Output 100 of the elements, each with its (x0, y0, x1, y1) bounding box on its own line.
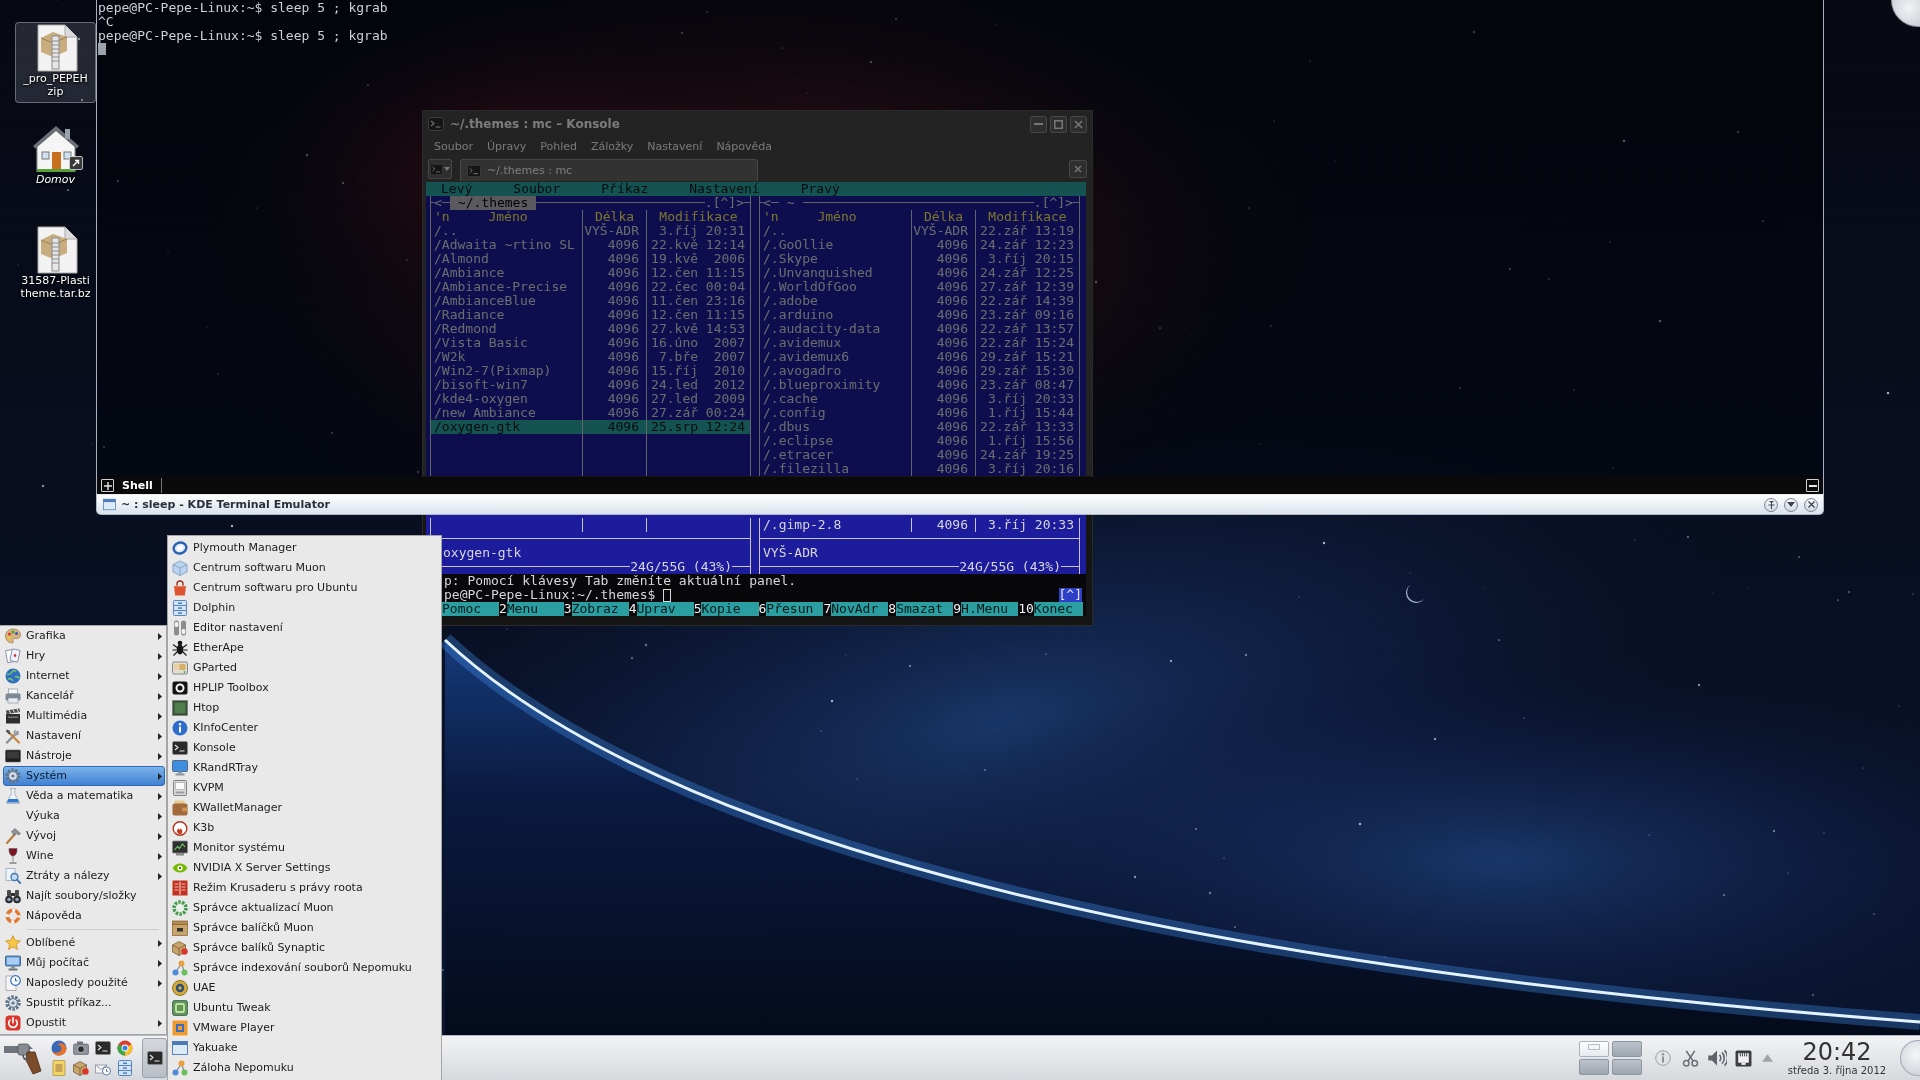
menu-item[interactable]: Hry (3, 646, 165, 666)
file-row[interactable]: /W2k 4096 7.bře 2007 (431, 350, 750, 364)
file-row[interactable]: /.config 4096 1.říj 15:44 (760, 406, 1079, 420)
sort-indicator[interactable]: 'n (434, 210, 489, 224)
file-row[interactable]: /.GoOllie 4096 24.zář 12:23 (760, 238, 1079, 252)
menu-item[interactable]: Systém (3, 766, 165, 786)
menu-item[interactable]: Grafika (3, 626, 165, 646)
terminal-icon[interactable] (95, 1040, 111, 1056)
desktop-cell[interactable] (1612, 1041, 1642, 1057)
menu-item[interactable]: Nápověda (3, 906, 165, 926)
file-row[interactable]: /Win2-7(Pixmap) 4096 15.říj 2010 (431, 364, 750, 378)
menu-item[interactable]: VMware Player (170, 1018, 439, 1038)
function-key-button[interactable]: Menu (506, 602, 564, 616)
menu-item[interactable]: Nástroje (3, 746, 165, 766)
file-row[interactable]: /kde4-oxygen 4096 27.led 2009 (431, 392, 750, 406)
menu-item[interactable]: GParted (170, 658, 439, 678)
desktop-icon[interactable]: _pro_PEPEH zip (15, 22, 96, 103)
menu-item[interactable]: Centrum softwaru pro Ubuntu (170, 578, 439, 598)
menu-item[interactable]: Multimédia (3, 706, 165, 726)
package-icon[interactable] (73, 1060, 89, 1076)
new-tab-button[interactable] (101, 479, 114, 492)
file-row[interactable]: /Ambiance-Precise 4096 22.čec 00:04 (431, 280, 750, 294)
file-row[interactable]: /.gimp-2.8 4096 3.říj 20:33 (760, 518, 1079, 532)
function-key-button[interactable]: H.Menu (961, 602, 1019, 616)
function-key-button[interactable]: Konec (1033, 602, 1084, 616)
function-key-button[interactable]: NovAdr (831, 602, 889, 616)
file-row[interactable]: /Radiance 4096 12.čen 11:15 (431, 308, 750, 322)
menu-item[interactable]: Opustit (3, 1013, 165, 1033)
menu-item[interactable]: Správce balíků Synaptic (170, 938, 439, 958)
file-row[interactable]: /Almond 4096 19.kvě 2006 (431, 252, 750, 266)
panel-corner-label[interactable]: .[^]> (704, 196, 744, 210)
menu-item[interactable]: KInfoCenter (170, 718, 439, 738)
file-row[interactable]: /.WorldOfGoo 4096 27.zář 12:39 (760, 280, 1079, 294)
file-row[interactable]: /bisoft-win7 4096 24.led 2012 (431, 378, 750, 392)
desktop-icon[interactable]: Domov (15, 123, 96, 204)
desktop-icon[interactable]: 31587-Plasti theme.tar.bz (15, 224, 96, 305)
menu-item[interactable]: EtherApe (170, 638, 439, 658)
close-button[interactable] (1804, 497, 1818, 512)
menu-item[interactable]: Záložky (591, 140, 634, 154)
panel-corner-label[interactable]: .[^]> (1033, 196, 1073, 210)
menu-item[interactable]: KWalletManager (170, 798, 439, 818)
desktop-cell[interactable] (1579, 1059, 1609, 1075)
menu-item[interactable]: Můj počítač (3, 953, 165, 973)
file-row[interactable]: /AmbianceBlue 4096 11.čen 23:16 (431, 294, 750, 308)
file-row[interactable]: /.filezilla 4096 3.říj 20:16 (760, 462, 1079, 476)
menu-item[interactable]: Monitor systému (170, 838, 439, 858)
menu-item[interactable]: KRandRTray (170, 758, 439, 778)
menu-item[interactable]: HPLIP Toolbox (170, 678, 439, 698)
history-button[interactable]: [^] (1058, 588, 1082, 602)
menu-item[interactable]: Záloha Nepomuku (170, 1058, 439, 1078)
menu-item[interactable]: Věda a matematika (3, 786, 165, 806)
note-icon[interactable] (51, 1060, 67, 1076)
file-row[interactable]: /.avogadro 4096 29.zář 15:30 (760, 364, 1079, 378)
speaker-icon[interactable] (1707, 1048, 1727, 1068)
desktop-cell[interactable] (1579, 1041, 1609, 1057)
menu-item[interactable]: Vývoj (3, 826, 165, 846)
close-tab-button[interactable] (1069, 160, 1087, 178)
file-row[interactable]: /.Skype 4096 3.říj 20:15 (760, 252, 1079, 266)
file-row[interactable]: /.audacity-data 4096 22.zář 13:57 (760, 322, 1079, 336)
menu-item[interactable]: Ztráty a nálezy (3, 866, 165, 886)
function-key-button[interactable]: Pomoc (442, 602, 499, 616)
file-row[interactable]: /.blueproximity 4096 23.zář 08:47 (760, 378, 1079, 392)
file-row[interactable]: /.arduino 4096 23.zář 09:16 (760, 308, 1079, 322)
menu-item[interactable]: Správce balíčků Muon (170, 918, 439, 938)
menu-item[interactable]: Ubuntu Tweak (170, 998, 439, 1018)
menu-item[interactable]: Internet (3, 666, 165, 686)
file-row[interactable]: /Vista Basic 4096 16.úno 2007 (431, 336, 750, 350)
file-row[interactable]: /Redmond 4096 27.kvě 14:53 (431, 322, 750, 336)
menu-item[interactable]: Editor nastavení (170, 618, 439, 638)
file-row[interactable]: /.adobe 4096 22.zář 14:39 (760, 294, 1079, 308)
menu-item[interactable]: Wine (3, 846, 165, 866)
pin-button[interactable] (1764, 497, 1778, 512)
menu-item[interactable]: Najít soubory/složky (3, 886, 165, 906)
menu-item[interactable]: Soubor (434, 140, 473, 154)
drawer-icon[interactable] (117, 1060, 133, 1076)
task-button[interactable] (142, 1038, 167, 1078)
menu-item[interactable]: Nastavení (3, 726, 165, 746)
file-row[interactable]: /.. VYŠ-ADR 3.říj 20:31 (431, 224, 750, 238)
function-key-button[interactable]: Smazat (896, 602, 954, 616)
close-session-button[interactable] (1806, 479, 1819, 492)
globe-icon[interactable] (51, 1040, 67, 1056)
menu-item[interactable]: Nápověda (716, 140, 773, 154)
camera-icon[interactable] (73, 1040, 89, 1056)
menu-item[interactable]: Výuka (3, 806, 165, 826)
options-button[interactable] (1784, 497, 1798, 512)
menu-item[interactable]: NVIDIA X Server Settings (170, 858, 439, 878)
caret-icon[interactable] (1762, 1054, 1773, 1062)
function-key-button[interactable]: Přesun (766, 602, 824, 616)
maximize-button[interactable] (1050, 115, 1067, 133)
file-row[interactable]: /.. VYŠ-ADR 22.zář 13:19 (760, 224, 1079, 238)
file-row[interactable]: /.dbus 4096 22.zář 13:33 (760, 420, 1079, 434)
wheel-icon[interactable] (117, 1040, 133, 1056)
file-row[interactable]: /Ambiance 4096 12.čen 11:15 (431, 266, 750, 280)
menu-item[interactable]: Úpravy (486, 140, 527, 154)
file-row[interactable]: /.etracer 4096 24.zář 19:25 (760, 448, 1079, 462)
menu-item[interactable]: Oblíbené (3, 933, 165, 953)
file-row[interactable]: /.eclipse 4096 1.říj 15:56 (760, 434, 1079, 448)
scissors-icon[interactable] (1682, 1049, 1699, 1067)
menu-item[interactable]: K3b (170, 818, 439, 838)
menu-item[interactable]: Centrum softwaru Muon (170, 558, 439, 578)
